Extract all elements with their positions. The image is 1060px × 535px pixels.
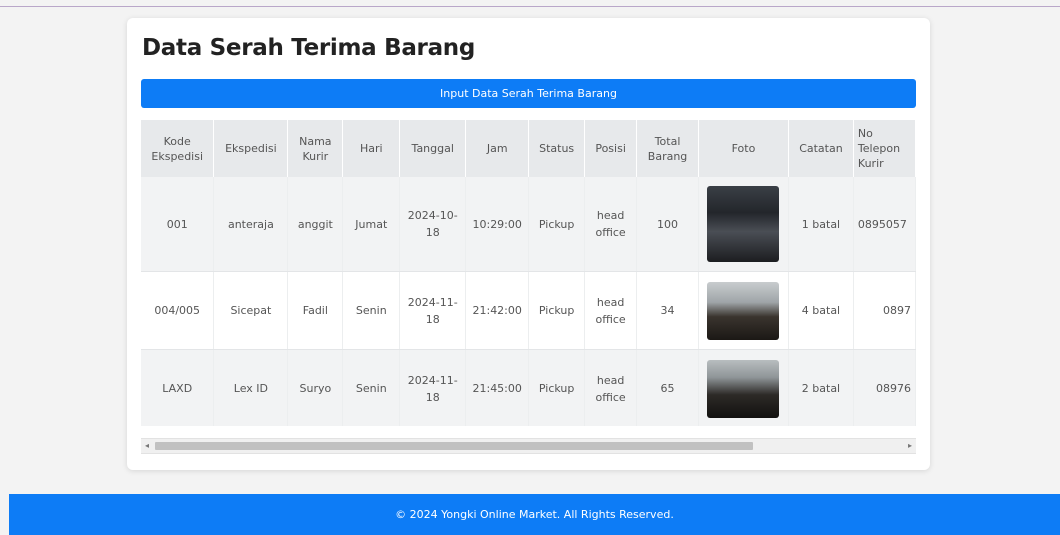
cell-jam: 21:42:00 xyxy=(465,271,530,350)
cell-kode: 001 xyxy=(141,177,215,272)
cell-telepon: 0897 xyxy=(853,271,916,350)
cell-hari: Jumat xyxy=(342,177,401,272)
col-total-barang: Total Barang xyxy=(636,120,700,177)
scrollbar-thumb[interactable] xyxy=(155,442,753,450)
cell-kurir: Fadil xyxy=(287,271,344,350)
horizontal-scrollbar[interactable]: ◂ ▸ xyxy=(141,438,916,454)
cell-foto xyxy=(698,271,789,350)
cell-total: 34 xyxy=(636,271,700,350)
cell-kode: 004/005 xyxy=(141,271,215,350)
cell-catatan: 1 batal xyxy=(788,177,854,272)
cell-kurir: anggit xyxy=(287,177,344,272)
courier-photo[interactable] xyxy=(707,359,780,418)
cell-foto xyxy=(698,349,789,426)
cell-kurir: Suryo xyxy=(287,349,344,426)
cell-telepon: 08976 xyxy=(853,349,916,426)
page-title: Data Serah Terima Barang xyxy=(142,35,476,61)
cell-status: Pickup xyxy=(528,271,586,350)
cell-status: Pickup xyxy=(528,349,586,426)
col-status: Status xyxy=(528,120,586,177)
col-posisi: Posisi xyxy=(584,120,638,177)
scroll-left-arrow-icon[interactable]: ◂ xyxy=(141,441,153,450)
col-hari: Hari xyxy=(342,120,401,177)
col-catatan: Catatan xyxy=(788,120,854,177)
table-header-row: Kode Ekspedisi Ekspedisi Nama Kurir Hari… xyxy=(141,120,916,177)
footer-copyright: © 2024 Yongki Online Market. All Rights … xyxy=(395,508,674,521)
cell-tanggal: 2024-11-18 xyxy=(399,349,467,426)
col-tanggal: Tanggal xyxy=(399,120,467,177)
col-jam: Jam xyxy=(465,120,530,177)
cell-tanggal: 2024-11-18 xyxy=(399,271,467,350)
cell-posisi: head office xyxy=(584,177,638,272)
cell-catatan: 4 batal xyxy=(788,271,854,350)
cell-posisi: head office xyxy=(584,349,638,426)
cell-tanggal: 2024-10-18 xyxy=(399,177,467,272)
cell-jam: 10:29:00 xyxy=(465,177,530,272)
table-row: 001 anteraja anggit Jumat 2024-10-18 10:… xyxy=(141,177,916,272)
handover-table: Kode Ekspedisi Ekspedisi Nama Kurir Hari… xyxy=(141,120,916,426)
courier-photo[interactable] xyxy=(707,186,780,262)
cell-ekspedisi: Sicepat xyxy=(213,271,289,350)
table-row: 004/005 Sicepat Fadil Senin 2024-11-18 2… xyxy=(141,271,916,350)
col-foto: Foto xyxy=(698,120,789,177)
footer: © 2024 Yongki Online Market. All Rights … xyxy=(9,494,1060,535)
cell-ekspedisi: anteraja xyxy=(213,177,289,272)
col-no-telepon-kurir: No Telepon Kurir xyxy=(853,120,916,177)
content-card: Data Serah Terima Barang Input Data Sera… xyxy=(127,18,930,470)
table-row: LAXD Lex ID Suryo Senin 2024-11-18 21:45… xyxy=(141,349,916,426)
cell-posisi: head office xyxy=(584,271,638,350)
col-nama-kurir: Nama Kurir xyxy=(287,120,344,177)
scroll-right-arrow-icon[interactable]: ▸ xyxy=(904,441,916,450)
col-kode-ekspedisi: Kode Ekspedisi xyxy=(141,120,215,177)
col-ekspedisi: Ekspedisi xyxy=(213,120,289,177)
cell-telepon: 0895057 xyxy=(853,177,916,272)
cell-total: 65 xyxy=(636,349,700,426)
table-scroll-area[interactable]: Kode Ekspedisi Ekspedisi Nama Kurir Hari… xyxy=(141,120,916,426)
cell-jam: 21:45:00 xyxy=(465,349,530,426)
cell-hari: Senin xyxy=(342,271,401,350)
top-divider xyxy=(0,6,1060,7)
input-data-button[interactable]: Input Data Serah Terima Barang xyxy=(141,79,916,108)
cell-kode: LAXD xyxy=(141,349,215,426)
cell-ekspedisi: Lex ID xyxy=(213,349,289,426)
cell-hari: Senin xyxy=(342,349,401,426)
cell-total: 100 xyxy=(636,177,700,272)
cell-status: Pickup xyxy=(528,177,586,272)
cell-catatan: 2 batal xyxy=(788,349,854,426)
cell-foto xyxy=(698,177,789,272)
courier-photo[interactable] xyxy=(707,281,780,340)
